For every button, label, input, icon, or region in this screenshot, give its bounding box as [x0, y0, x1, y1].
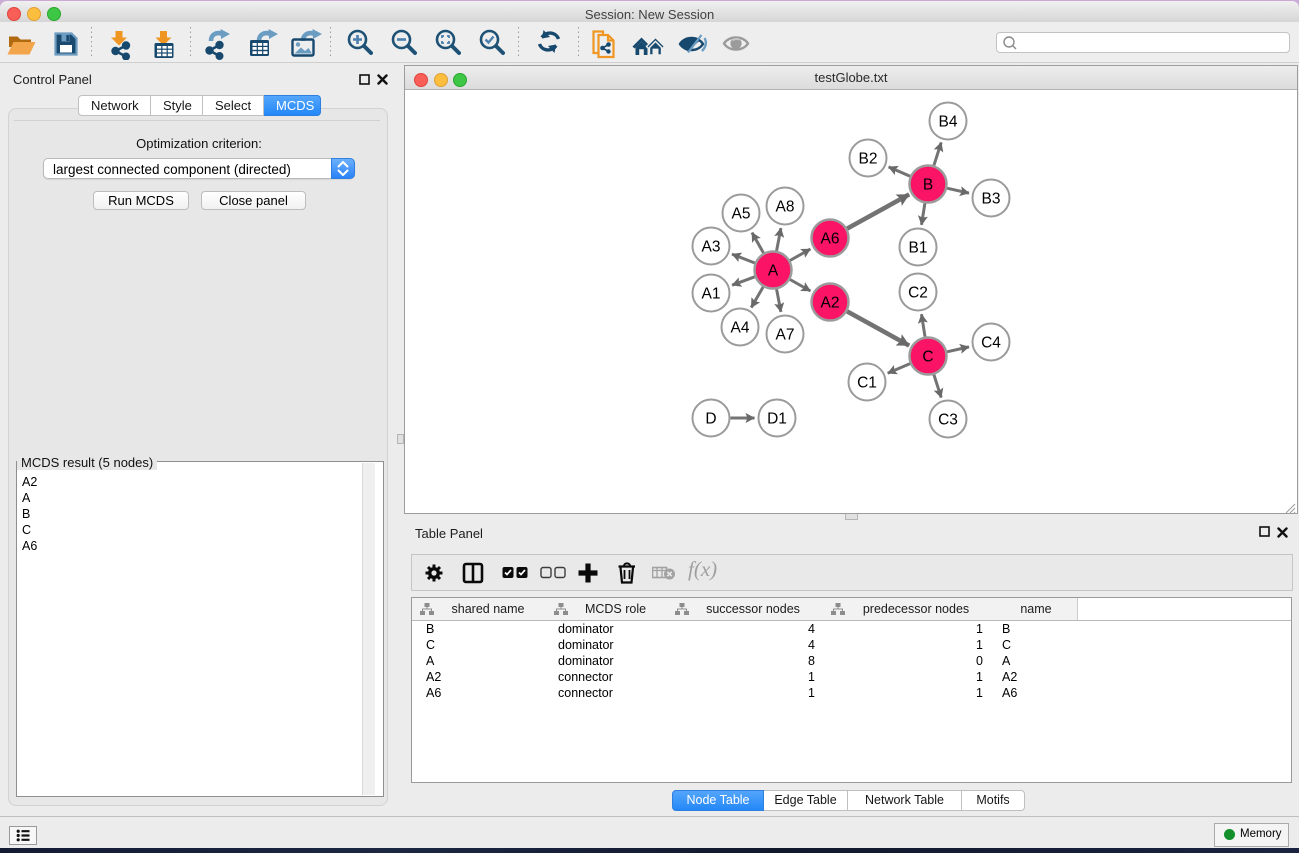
svg-text:C4: C4 [981, 335, 1001, 352]
svg-text:B3: B3 [982, 191, 1001, 208]
svg-text:C2: C2 [908, 285, 928, 302]
svg-text:B2: B2 [859, 151, 878, 168]
svg-text:A7: A7 [776, 327, 795, 344]
svg-text:C: C [922, 349, 933, 366]
svg-text:A1: A1 [702, 286, 721, 303]
svg-text:B4: B4 [939, 114, 958, 131]
svg-text:C1: C1 [857, 375, 877, 392]
svg-text:A3: A3 [702, 239, 721, 256]
svg-text:B1: B1 [909, 240, 928, 257]
svg-text:A8: A8 [776, 199, 795, 216]
svg-text:A: A [768, 263, 779, 280]
svg-text:A4: A4 [731, 320, 750, 337]
svg-text:C3: C3 [938, 412, 958, 429]
svg-text:D: D [705, 411, 716, 428]
svg-text:A5: A5 [732, 206, 751, 223]
svg-text:D1: D1 [767, 411, 787, 428]
svg-text:B: B [923, 177, 933, 194]
svg-text:A2: A2 [821, 295, 840, 312]
svg-text:A6: A6 [821, 231, 840, 248]
